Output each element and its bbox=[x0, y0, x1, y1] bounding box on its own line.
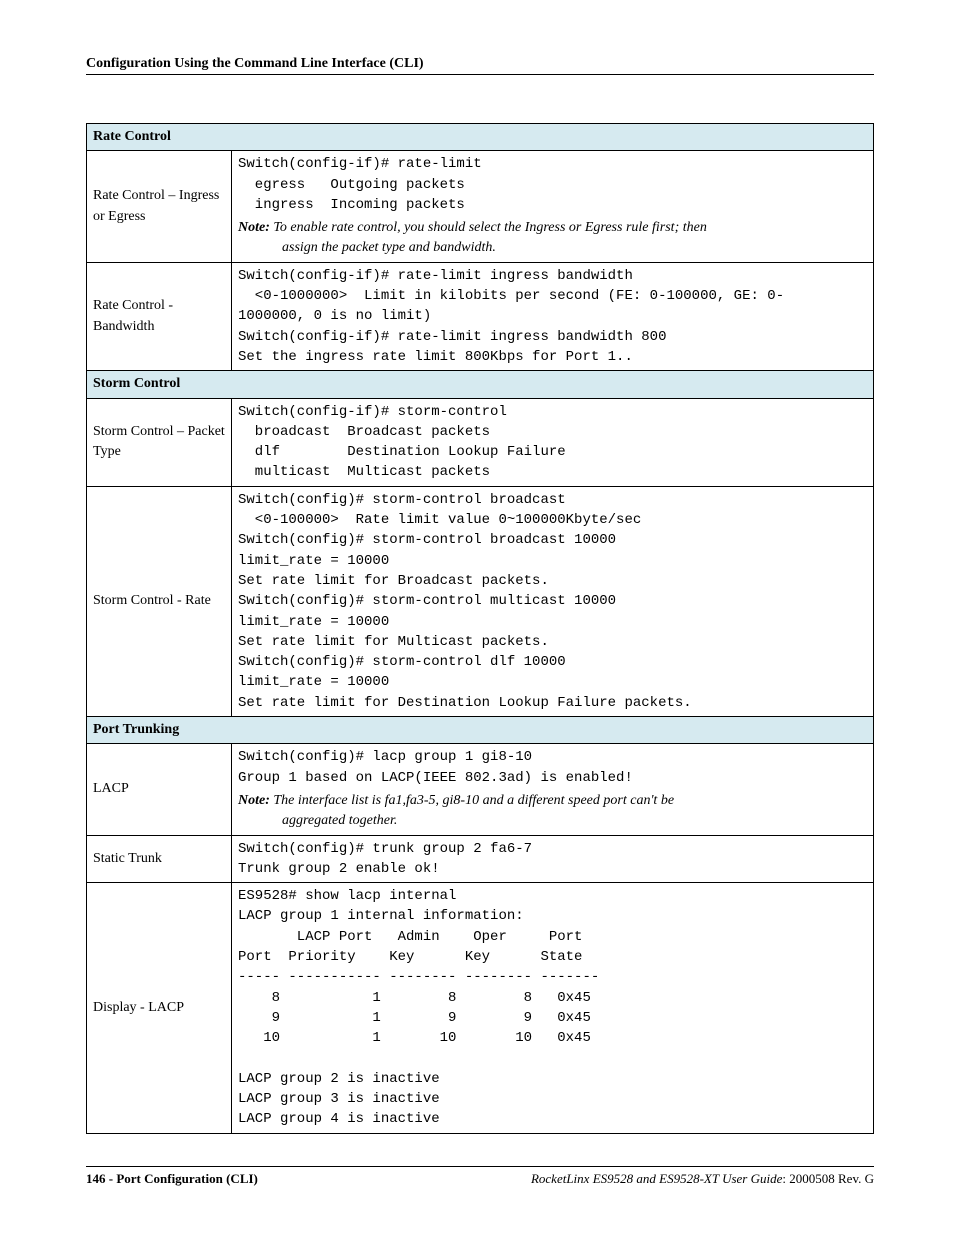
row-content: Switch(config-if)# rate-limit ingress ba… bbox=[232, 262, 874, 370]
row-label: Rate Control - Bandwidth bbox=[87, 262, 232, 370]
row-label: Storm Control - Rate bbox=[87, 486, 232, 716]
section-storm-control: Storm Control bbox=[87, 371, 874, 398]
cli-output: Switch(config-if)# rate-limit ingress ba… bbox=[238, 266, 867, 367]
row-label: Static Trunk bbox=[87, 835, 232, 883]
row-storm-control-packet-type: Storm Control – Packet Type Switch(confi… bbox=[87, 398, 874, 486]
section-rate-control: Rate Control bbox=[87, 124, 874, 151]
row-lacp: LACP Switch(config)# lacp group 1 gi8-10… bbox=[87, 744, 874, 835]
note-bold: Note: bbox=[238, 793, 270, 808]
cli-output: ES9528# show lacp internal LACP group 1 … bbox=[238, 886, 867, 1130]
cli-table: Rate Control Rate Control – Ingress or E… bbox=[86, 123, 874, 1134]
note: Note: To enable rate control, you should… bbox=[238, 218, 867, 259]
row-content: Switch(config)# storm-control broadcast … bbox=[232, 486, 874, 716]
section-title: Storm Control bbox=[87, 371, 874, 398]
footer-guide-title: RocketLinx ES9528 and ES9528-XT User Gui… bbox=[531, 1171, 782, 1186]
cli-output: Switch(config)# storm-control broadcast … bbox=[238, 490, 867, 713]
row-rate-control-bandwidth: Rate Control - Bandwidth Switch(config-i… bbox=[87, 262, 874, 370]
note-continued: aggregated together. bbox=[238, 811, 867, 831]
row-label: LACP bbox=[87, 744, 232, 835]
cli-output: Switch(config)# lacp group 1 gi8-10 Grou… bbox=[238, 747, 867, 788]
row-content: ES9528# show lacp internal LACP group 1 … bbox=[232, 883, 874, 1134]
row-content: Switch(config-if)# rate-limit egress Out… bbox=[232, 151, 874, 262]
cli-output: Switch(config)# trunk group 2 fa6-7 Trun… bbox=[238, 839, 867, 880]
note: Note: The interface list is fa1,fa3-5, g… bbox=[238, 791, 867, 832]
footer-right: RocketLinx ES9528 and ES9528-XT User Gui… bbox=[531, 1171, 874, 1187]
row-storm-control-rate: Storm Control - Rate Switch(config)# sto… bbox=[87, 486, 874, 716]
row-label: Rate Control – Ingress or Egress bbox=[87, 151, 232, 262]
note-continued: assign the packet type and bandwidth. bbox=[238, 238, 867, 258]
row-display-lacp: Display - LACP ES9528# show lacp interna… bbox=[87, 883, 874, 1134]
row-content: Switch(config)# lacp group 1 gi8-10 Grou… bbox=[232, 744, 874, 835]
row-rate-control-ingress-egress: Rate Control – Ingress or Egress Switch(… bbox=[87, 151, 874, 262]
note-body: To enable rate control, you should selec… bbox=[270, 220, 707, 235]
page-footer: 146 - Port Configuration (CLI) RocketLin… bbox=[86, 1166, 874, 1187]
row-label: Storm Control – Packet Type bbox=[87, 398, 232, 486]
row-static-trunk: Static Trunk Switch(config)# trunk group… bbox=[87, 835, 874, 883]
section-port-trunking: Port Trunking bbox=[87, 717, 874, 744]
cli-output: Switch(config-if)# storm-control broadca… bbox=[238, 402, 867, 483]
note-bold: Note: bbox=[238, 220, 270, 235]
note-body: The interface list is fa1,fa3-5, gi8-10 … bbox=[270, 793, 674, 808]
footer-revision: : 2000508 Rev. G bbox=[782, 1171, 874, 1186]
section-title: Rate Control bbox=[87, 124, 874, 151]
footer-left: 146 - Port Configuration (CLI) bbox=[86, 1171, 258, 1187]
page-header: Configuration Using the Command Line Int… bbox=[86, 56, 874, 75]
row-content: Switch(config)# trunk group 2 fa6-7 Trun… bbox=[232, 835, 874, 883]
row-label: Display - LACP bbox=[87, 883, 232, 1134]
row-content: Switch(config-if)# storm-control broadca… bbox=[232, 398, 874, 486]
cli-output: Switch(config-if)# rate-limit egress Out… bbox=[238, 154, 867, 215]
section-title: Port Trunking bbox=[87, 717, 874, 744]
